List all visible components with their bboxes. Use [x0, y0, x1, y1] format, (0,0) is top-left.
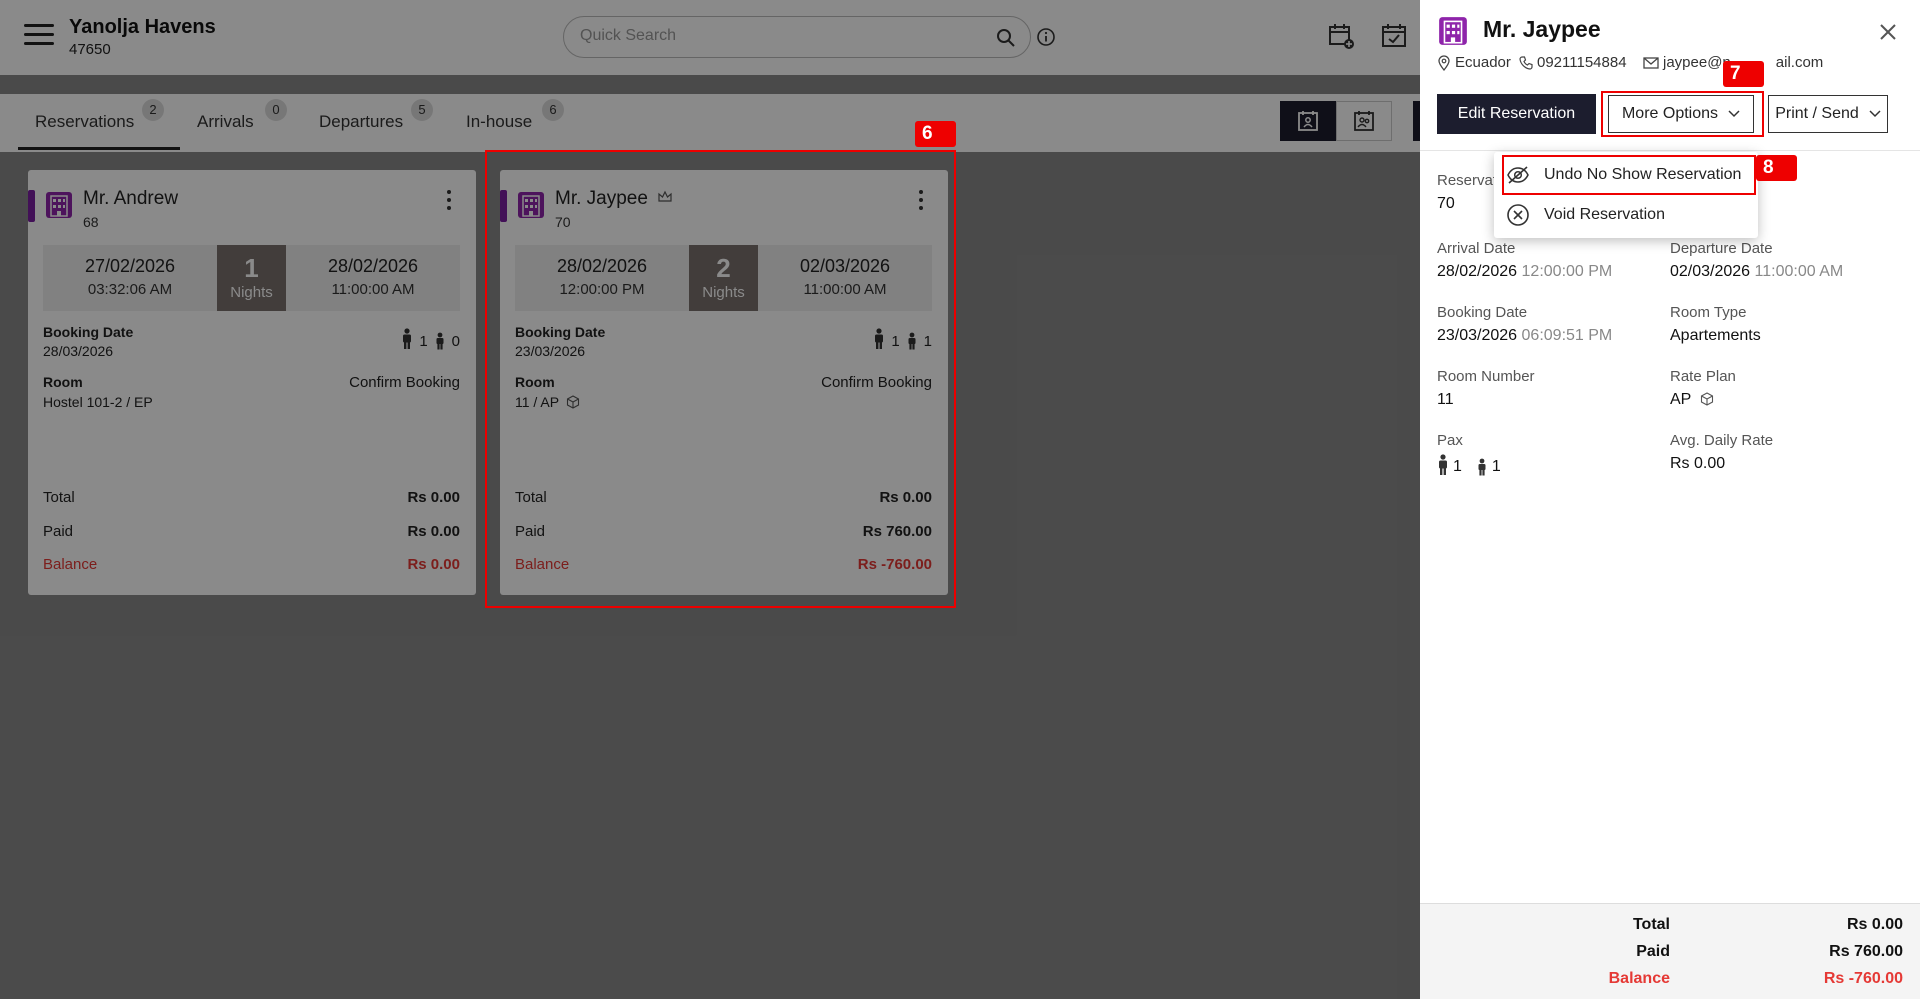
mail-icon	[1643, 56, 1659, 69]
reservation-number-label: Reservat	[1437, 172, 1498, 189]
avg-daily-rate-value: Rs 0.00	[1670, 455, 1726, 472]
adult-icon	[1439, 454, 1447, 475]
chevron-down-icon	[1728, 110, 1740, 118]
rate-plan-text: AP	[1670, 391, 1692, 408]
print-send-label: Print / Send	[1775, 105, 1859, 122]
paid-value: Rs 760.00	[1829, 943, 1903, 960]
departure-date-text: 02/03/2026	[1670, 263, 1751, 280]
reservation-number-value: 70	[1437, 195, 1455, 212]
adults-count: 1	[1453, 458, 1462, 475]
annotation-tag-7: 7	[1723, 61, 1764, 87]
annotation-tag-6: 6	[915, 121, 956, 147]
departure-date-value: 02/03/2026 11:00:00 AM	[1670, 263, 1843, 281]
booking-date-value: 23/03/2026 06:09:51 PM	[1437, 327, 1612, 345]
menu-item-undo-no-show[interactable]: Undo No Show Reservation	[1494, 156, 1758, 194]
rate-plan-label: Rate Plan	[1670, 368, 1736, 385]
edit-reservation-button[interactable]: Edit Reservation	[1437, 94, 1596, 134]
total-label: Total	[1632, 916, 1670, 933]
building-icon	[1439, 17, 1467, 45]
phone-icon	[1519, 55, 1533, 70]
eye-slash-icon	[1507, 166, 1529, 184]
country-text: Ecuador	[1455, 54, 1511, 71]
close-icon[interactable]	[1878, 22, 1898, 42]
balance-value: Rs -760.00	[1823, 970, 1903, 987]
pax-value: 1 1	[1437, 454, 1501, 476]
pax-label: Pax	[1437, 432, 1463, 449]
annotation-tag-8: 8	[1756, 155, 1797, 181]
circle-x-icon	[1507, 204, 1529, 226]
total-value: Rs 0.00	[1846, 916, 1903, 933]
room-type-label: Room Type	[1670, 304, 1747, 321]
panel-totals: Total Rs 0.00 Paid Rs 760.00 Balance Rs …	[1420, 903, 1920, 999]
booking-date-label: Booking Date	[1437, 304, 1528, 321]
chevron-down-icon	[1869, 110, 1881, 118]
arrival-date-value: 28/02/2026 12:00:00 PM	[1437, 263, 1612, 281]
guest-country: Ecuador	[1437, 54, 1511, 71]
arrival-date-text: 28/02/2026	[1437, 263, 1518, 280]
avg-daily-rate-label: Avg. Daily Rate	[1670, 432, 1774, 449]
booking-time-text: 06:09:51 PM	[1521, 327, 1613, 344]
menu-item-label: Void Reservation	[1544, 206, 1665, 223]
reservation-detail-panel: Mr. Jaypee Ecuador 09211154884 jaypee@n a…	[1420, 0, 1920, 999]
rate-plan-value: AP	[1670, 391, 1714, 409]
departure-date-label: Departure Date	[1670, 240, 1773, 257]
arrival-time-text: 12:00:00 PM	[1521, 263, 1613, 280]
booking-date-text: 23/03/2026	[1437, 327, 1518, 344]
balance-label: Balance	[1608, 970, 1670, 987]
more-options-button[interactable]: More Options	[1608, 95, 1754, 133]
departure-time-text: 11:00:00 AM	[1754, 263, 1844, 280]
room-number-label: Room Number	[1437, 368, 1535, 385]
menu-item-label: Undo No Show Reservation	[1544, 166, 1742, 183]
divider	[1420, 150, 1920, 151]
room-number-value: 11	[1437, 391, 1454, 408]
children-count: 1	[1491, 458, 1501, 475]
cube-icon	[1700, 392, 1713, 406]
print-send-button[interactable]: Print / Send	[1768, 95, 1888, 133]
child-icon	[1478, 458, 1486, 476]
more-options-menu: Undo No Show Reservation Void Reservatio…	[1494, 152, 1758, 238]
panel-guest-name: Mr. Jaypee	[1483, 16, 1601, 42]
more-options-label: More Options	[1621, 105, 1719, 122]
email-text-tail: ail.com	[1775, 54, 1824, 71]
phone-text: 09211154884	[1537, 54, 1627, 71]
location-pin-icon	[1438, 54, 1450, 71]
modal-backdrop[interactable]	[0, 0, 1420, 999]
guest-phone: 09211154884	[1519, 54, 1627, 71]
room-type-value: Apartements	[1670, 327, 1761, 344]
paid-label: Paid	[1636, 943, 1670, 960]
email-text: jaypee@n	[1663, 54, 1731, 71]
arrival-date-label: Arrival Date	[1437, 240, 1516, 257]
menu-item-void-reservation[interactable]: Void Reservation	[1494, 196, 1758, 234]
